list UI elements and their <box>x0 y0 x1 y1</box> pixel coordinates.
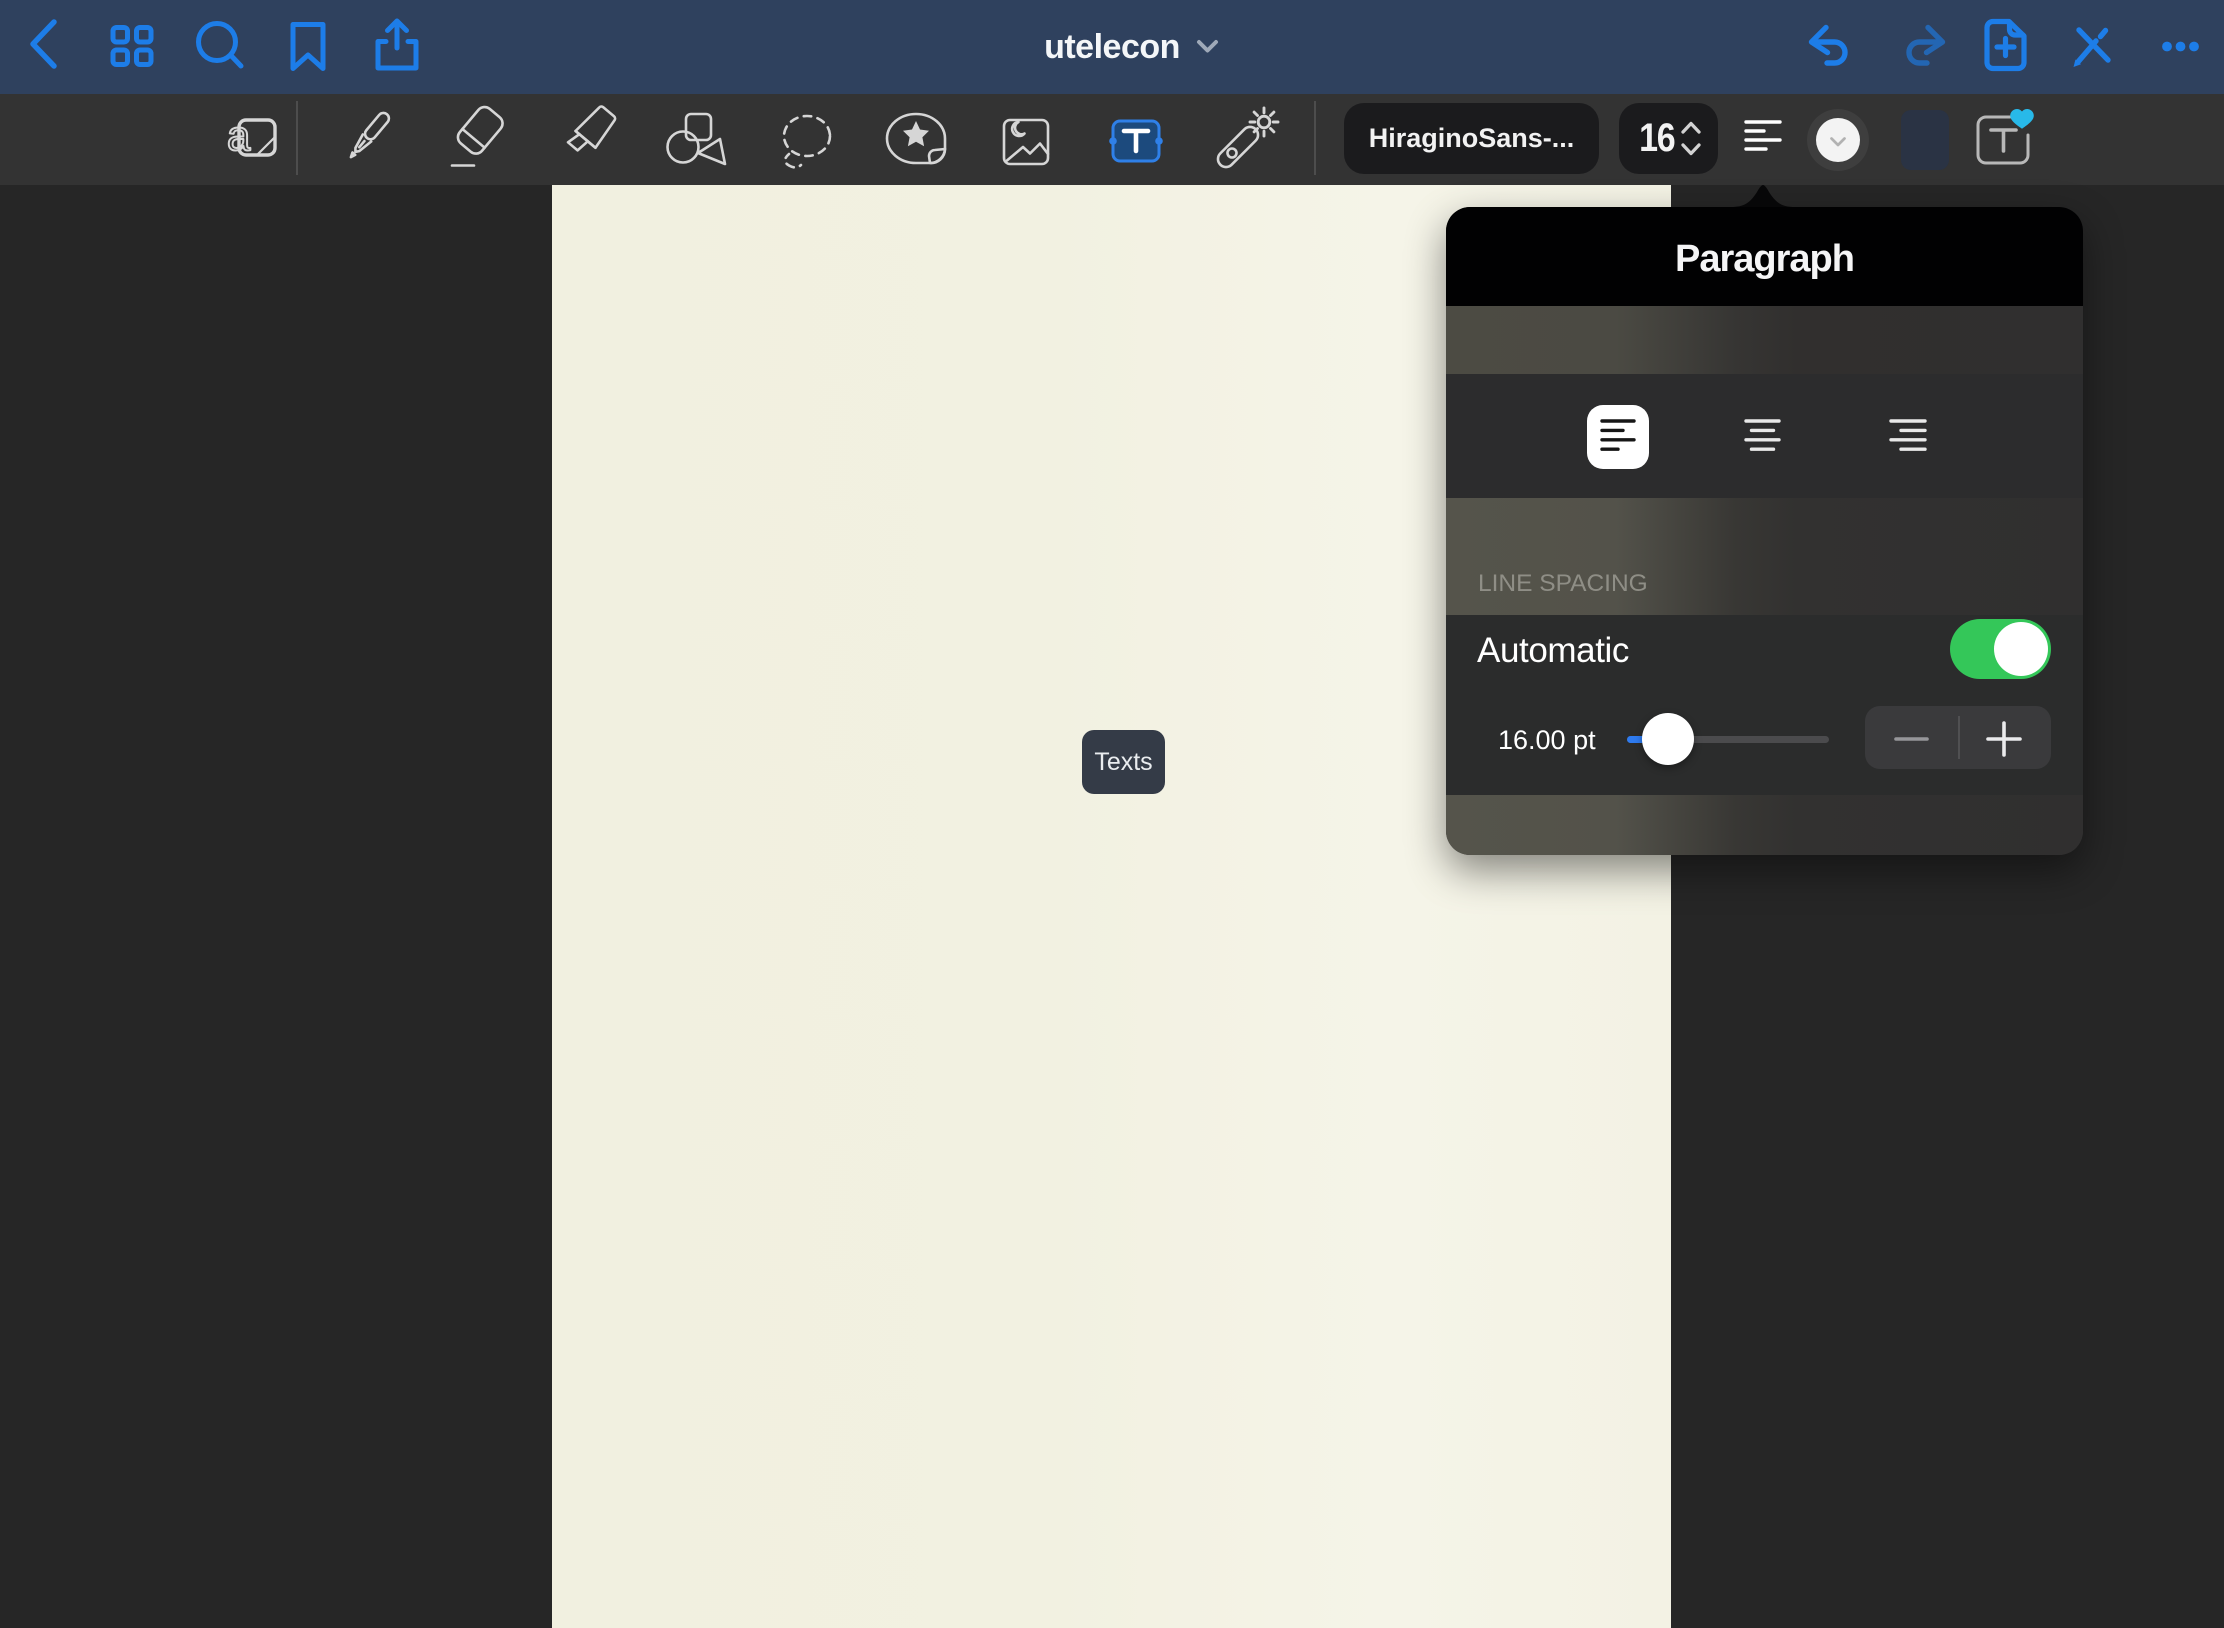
svg-text:a: a <box>227 112 251 159</box>
